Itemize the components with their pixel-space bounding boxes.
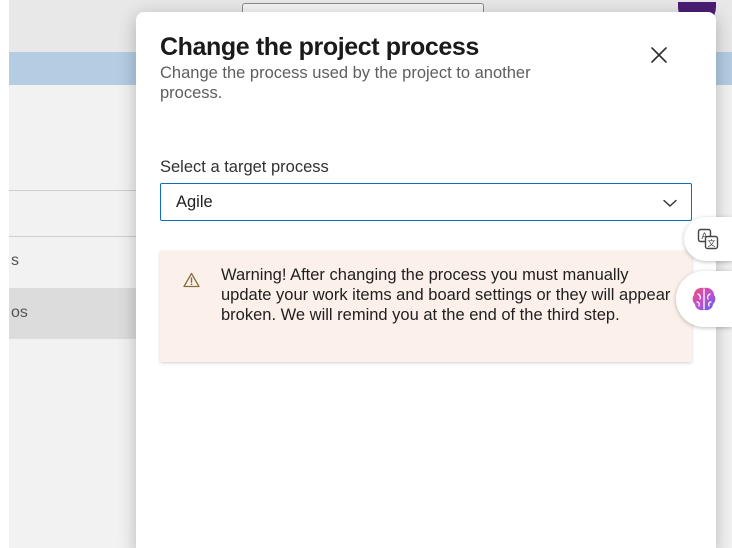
warning-message-bar: Warning! After changing the process you …	[160, 251, 692, 362]
warning-triangle-icon	[183, 272, 200, 288]
target-process-dropdown[interactable]: Agile	[160, 183, 692, 221]
target-process-label: Select a target process	[160, 158, 329, 176]
svg-text:文: 文	[708, 238, 716, 248]
background-list-item: os	[11, 304, 28, 321]
translate-button[interactable]: A 文	[684, 217, 732, 261]
close-icon	[651, 47, 667, 63]
change-process-dialog: Change the project process Change the pr…	[136, 12, 716, 548]
chevron-down-icon	[663, 199, 677, 207]
left-edge	[0, 0, 9, 548]
translate-icon: A 文	[697, 228, 719, 250]
background-list-item: s	[11, 252, 19, 269]
background-divider	[9, 236, 149, 237]
brain-icon	[692, 287, 716, 311]
dialog-subtitle: Change the process used by the project t…	[160, 64, 531, 102]
dropdown-selected-value: Agile	[176, 192, 213, 211]
close-button[interactable]	[644, 42, 674, 68]
background-divider	[9, 190, 149, 191]
brain-assistant-button[interactable]	[676, 271, 732, 327]
warning-text: Warning! After changing the process you …	[221, 266, 671, 324]
background-selected-row	[9, 288, 149, 339]
dialog-title: Change the project process	[160, 33, 479, 61]
